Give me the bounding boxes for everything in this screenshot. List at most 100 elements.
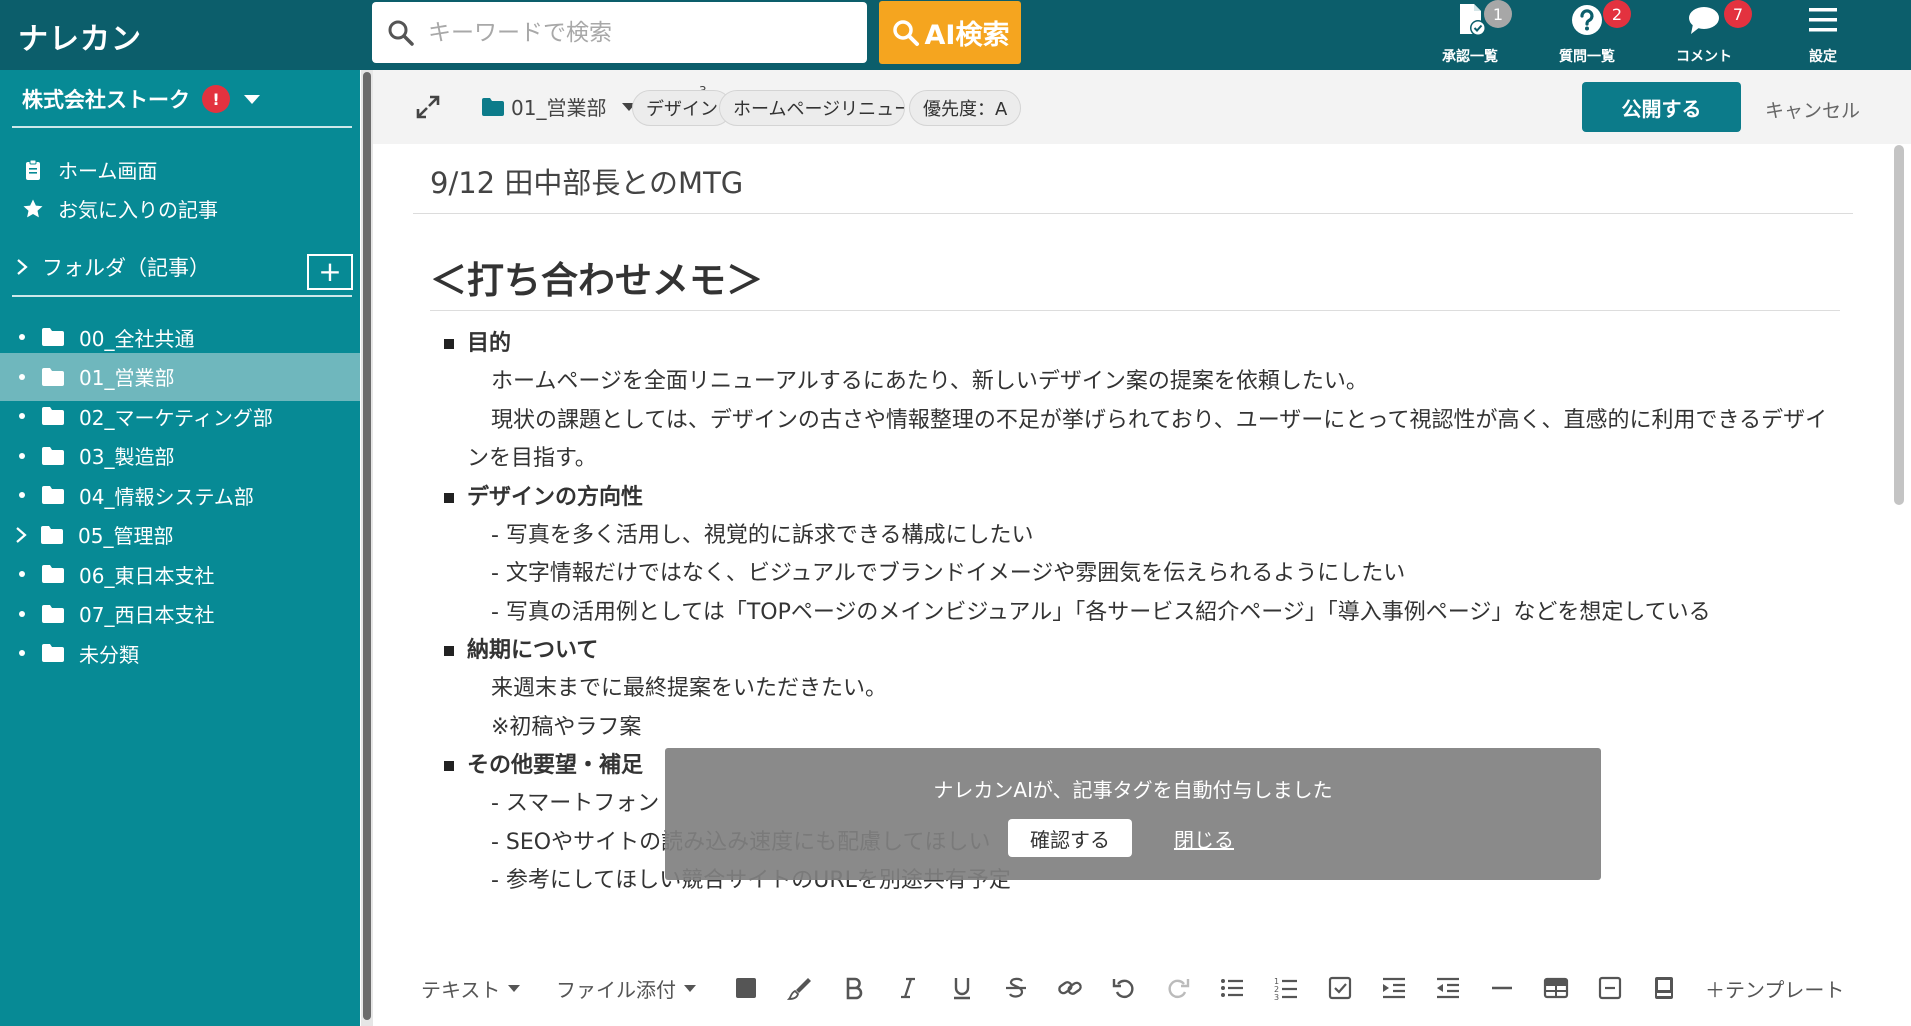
bullet-dot (19, 452, 25, 459)
settings-button[interactable]: 設定 (1783, 0, 1863, 70)
approval-list-label: 承認一覧 (1442, 49, 1498, 65)
ai-search-button[interactable]: AI検索 (879, 1, 1021, 64)
undo-button[interactable] (1111, 950, 1137, 1026)
folder-label: 07_西日本支社 (79, 603, 215, 627)
star-icon (23, 199, 43, 217)
tag-chip[interactable]: 優先度：A (909, 90, 1022, 126)
folder-icon (42, 407, 64, 425)
sidebar-item-label: ホーム画面 (58, 159, 158, 183)
approval-list-button[interactable]: 承認一覧 1 (1430, 0, 1512, 70)
tag-chip[interactable]: ホームページリニュー... (719, 90, 905, 126)
search-icon (386, 18, 416, 48)
ai-tag-toast: ナレカンAIが、記事タグを自動付与しました 確認する 閉じる (665, 748, 1601, 880)
publish-button[interactable]: 公開する (1582, 82, 1741, 132)
chevron-right-icon (17, 259, 28, 275)
toast-confirm-button[interactable]: 確認する (1008, 819, 1132, 857)
outdent-button[interactable] (1435, 950, 1461, 1026)
strikethrough-button[interactable] (1003, 950, 1029, 1026)
comment-list-button[interactable]: コメント 7 (1664, 0, 1752, 70)
folder-label: 01_営業部 (79, 366, 175, 390)
hamburger-icon (1805, 2, 1841, 38)
notebook-button[interactable] (1651, 950, 1677, 1026)
body-line: - 文字情報だけではなく、ビジュアルでブランドイメージや雰囲気を伝えられるように… (491, 561, 1406, 586)
search-box[interactable] (372, 2, 867, 63)
redo-button[interactable] (1165, 950, 1191, 1026)
text-color-button[interactable] (733, 950, 759, 1026)
company-selector[interactable]: 株式会社ストーク ! (22, 84, 260, 114)
horizontal-rule-icon (1492, 986, 1512, 990)
sidebar-item-favorites[interactable]: お気に入りの記事 (22, 194, 218, 223)
folder-icon (42, 328, 64, 346)
bullet-list-button[interactable] (1219, 950, 1245, 1026)
comment-list-label: コメント (1676, 49, 1732, 65)
search-input[interactable] (428, 19, 848, 46)
folder-section-toggle[interactable]: フォルダ（記事） (14, 252, 210, 282)
horizontal-rule-button[interactable] (1489, 950, 1515, 1026)
bullet-dot (19, 334, 25, 340)
redo-icon (1168, 979, 1190, 999)
approval-doc-icon (1452, 2, 1488, 38)
collapse-block-button[interactable] (1597, 950, 1623, 1026)
italic-button[interactable] (895, 950, 921, 1026)
toast-close-link[interactable]: 閉じる (1174, 824, 1234, 853)
folder-dropdown[interactable]: 01_営業部 (481, 92, 637, 121)
underline-icon (954, 978, 970, 1000)
folder-icon (42, 446, 64, 465)
link-button[interactable] (1057, 950, 1083, 1026)
folder-icon (42, 644, 64, 662)
strikethrough-icon (1006, 977, 1026, 998)
scrollbar-thumb[interactable] (363, 72, 371, 1020)
company-name: 株式会社ストーク (22, 88, 190, 112)
folder-section-title: フォルダ（記事） (42, 256, 210, 280)
list-item: デザインの方向性 - 写真を多く活用し、視覚的に訴求できる構成にしたい - 文字… (430, 479, 1840, 633)
bullet-dot (19, 373, 25, 380)
article-heading: ＜打ち合わせメモ＞ (430, 250, 1840, 311)
color-square-icon (736, 978, 756, 998)
numbered-list-icon: 123 (1274, 977, 1297, 1001)
indent-button[interactable] (1381, 950, 1407, 1026)
sidebar: 株式会社ストーク ! ホーム画面 お気に入りの記事 フォルダ（記事） + 00_… (0, 70, 360, 1026)
book-icon (1655, 977, 1673, 999)
editor-toolbar: テキスト ファイル添付 123 ＋テンプレート (373, 950, 1911, 1026)
folder-label: 06_東日本支社 (79, 563, 215, 588)
toast-message: ナレカンAIが、記事タグを自動付与しました (933, 778, 1333, 802)
indent-icon (1383, 977, 1405, 999)
folder-icon (42, 367, 64, 386)
highlight-button[interactable] (787, 950, 813, 1026)
body-line: 現状の課題としては、デザインの古さや情報整理の不足が挙げられており、ユーザーにと… (467, 407, 1828, 472)
tag-chip[interactable]: デザイン (632, 90, 732, 126)
brush-icon (787, 978, 811, 1000)
collapse-box-icon (1598, 976, 1622, 1000)
numbered-list-button[interactable]: 123 (1273, 950, 1299, 1026)
section-heading: 目的 (467, 331, 512, 356)
bullet-list-icon (1221, 979, 1243, 997)
folder-icon (42, 486, 64, 504)
article-title-input[interactable]: 9/12 田中部長とのMTG (430, 160, 743, 202)
sidebar-item-home[interactable]: ホーム画面 (22, 155, 157, 184)
app-logo[interactable]: ナレカン (18, 14, 142, 58)
editor-header: 01_営業部 3 タグ デザイン ホームページリニュー... 優先度：A 公開す… (373, 70, 1911, 144)
add-folder-button[interactable]: + (307, 254, 353, 290)
text-style-dropdown[interactable]: テキスト (421, 950, 521, 1026)
folder-label: 未分類 (79, 642, 139, 667)
body-line: ※初稿やラフ案 (491, 714, 642, 740)
bold-button[interactable] (841, 950, 867, 1026)
cancel-button[interactable]: キャンセル (1765, 96, 1860, 123)
sidebar-folder-item[interactable]: 未分類 (0, 629, 360, 677)
search-icon (892, 19, 919, 46)
outdent-icon (1437, 977, 1459, 999)
editor-scrollbar[interactable] (1894, 145, 1904, 505)
template-button[interactable]: ＋テンプレート (1705, 950, 1844, 1026)
checklist-button[interactable] (1327, 950, 1353, 1026)
chevron-down-icon (244, 94, 260, 104)
expand-icon[interactable] (415, 94, 441, 120)
file-attach-label: ファイル添付 (556, 977, 676, 1002)
table-icon (1543, 977, 1569, 999)
file-attach-dropdown[interactable]: ファイル添付 (556, 950, 696, 1026)
sidebar-scrollbar[interactable] (361, 70, 373, 1026)
table-button[interactable] (1543, 950, 1569, 1026)
underline-button[interactable] (949, 950, 975, 1026)
body-line: - 写真を多く活用し、視覚的に訴求できる構成にしたい (491, 522, 1034, 548)
settings-label: 設定 (1809, 49, 1837, 65)
question-list-button[interactable]: 質問一覧 2 (1547, 0, 1631, 70)
